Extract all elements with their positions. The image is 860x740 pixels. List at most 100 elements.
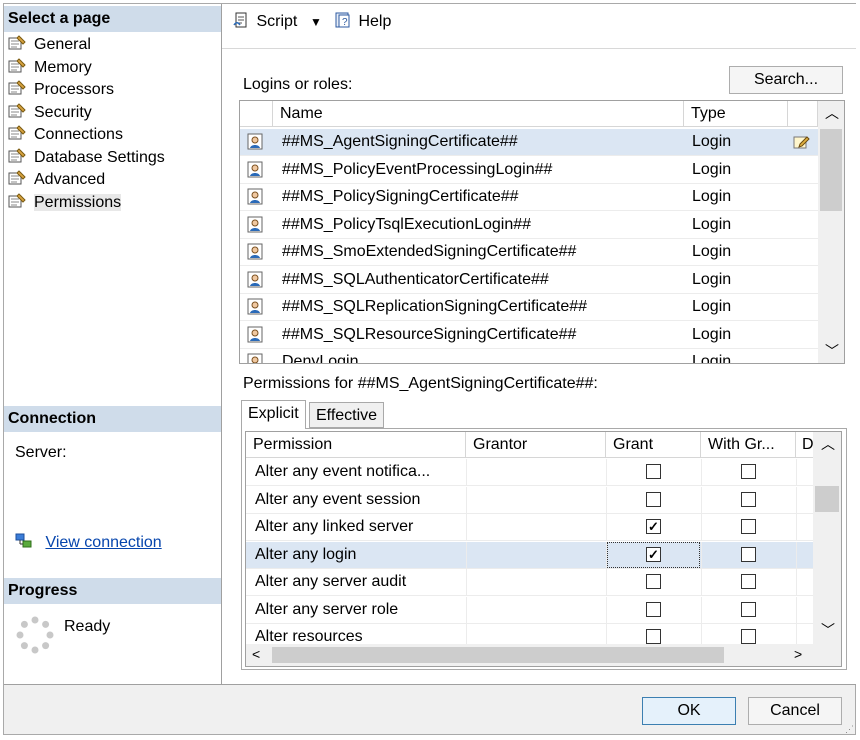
page-item-processors[interactable]: Processors — [8, 79, 114, 101]
tab-effective[interactable]: Effective — [309, 402, 385, 428]
select-page-header: Select a page — [4, 6, 221, 32]
column-divider — [606, 514, 607, 540]
login-row[interactable]: DenyLogin Login — [240, 349, 818, 364]
column-divider — [466, 514, 467, 540]
page-item-label: Security — [34, 103, 92, 121]
grant-checkbox[interactable]: ✓ — [646, 546, 661, 562]
permission-row[interactable]: Alter any login ✓ — [246, 541, 813, 569]
with-grant-checkbox[interactable] — [741, 464, 756, 479]
logins-vertical-scrollbar[interactable]: ︿ ﹀ — [818, 101, 844, 363]
script-dropdown-arrow-icon[interactable]: ▼ — [310, 11, 322, 33]
with-grant-checkbox[interactable] — [741, 601, 756, 617]
grant-checkbox[interactable] — [646, 491, 661, 507]
page-item-connections[interactable]: Connections — [8, 124, 123, 146]
page-item-permissions[interactable]: Permissions — [8, 192, 122, 214]
connection-properties-icon — [15, 532, 35, 557]
page-item-advanced[interactable]: Advanced — [8, 169, 105, 191]
login-user-icon — [246, 326, 266, 352]
help-button[interactable]: ? Help — [334, 11, 391, 33]
scroll-down-icon[interactable]: ﹀ — [825, 341, 839, 361]
permissions-scroll-thumb[interactable] — [815, 486, 839, 512]
permission-row[interactable]: Alter any server role — [246, 596, 813, 624]
login-user-icon — [246, 298, 266, 324]
script-label: Script — [256, 13, 298, 30]
column-divider — [466, 459, 467, 485]
column-divider — [606, 569, 607, 595]
login-row[interactable]: ##MS_PolicySigningCertificate## Login — [240, 184, 818, 211]
permissions-hscroll-thumb[interactable] — [272, 647, 724, 663]
login-row[interactable]: ##MS_PolicyTsqlExecutionLogin## Login — [240, 212, 818, 239]
page-item-label: Permissions — [34, 193, 122, 211]
view-connection-link-row[interactable]: View connection — [15, 532, 162, 554]
page-item-memory[interactable]: Memory — [8, 57, 92, 79]
login-name: DenyLogin — [282, 353, 359, 364]
scroll-right-icon[interactable]: > — [794, 646, 802, 662]
permission-row[interactable]: Alter any server audit — [246, 569, 813, 596]
page-item-security[interactable]: Security — [8, 102, 92, 124]
login-user-icon — [246, 161, 266, 187]
view-connection-link[interactable]: View connection — [45, 534, 161, 551]
login-name: ##MS_AgentSigningCertificate## — [282, 133, 518, 150]
scroll-up-icon[interactable]: ︿ — [821, 434, 835, 454]
with-grant-checkbox[interactable] — [741, 546, 756, 562]
grant-checkbox[interactable] — [646, 574, 661, 589]
logins-scroll-thumb[interactable] — [820, 129, 842, 211]
server-label: Server: — [15, 444, 67, 461]
with-grant-column-header[interactable]: With Gr... — [701, 432, 796, 458]
scroll-left-icon[interactable]: < — [252, 646, 260, 662]
login-row[interactable]: ##MS_SQLAuthenticatorCertificate## Login — [240, 267, 818, 294]
login-row[interactable]: ##MS_PolicyEventProcessingLogin## Login — [240, 157, 818, 184]
grant-checkbox[interactable]: ✓ — [646, 519, 661, 534]
login-row[interactable]: ##MS_AgentSigningCertificate## Login — [240, 129, 818, 156]
resize-grip-icon[interactable]: ⋰ — [845, 724, 854, 735]
ok-button[interactable]: OK — [642, 697, 736, 725]
with-grant-checkbox[interactable] — [741, 574, 756, 589]
login-row[interactable]: ##MS_SQLReplicationSigningCertificate## L… — [240, 294, 818, 321]
permissions-horizontal-scrollbar[interactable]: < > — [246, 644, 841, 666]
connection-header: Connection — [4, 406, 221, 432]
name-column-header[interactable]: Name — [273, 101, 684, 127]
permissions-vertical-scrollbar[interactable]: ︿ ﹀ — [813, 432, 841, 644]
page-item-database-settings[interactable]: Database Settings — [8, 147, 165, 169]
grantor-cell — [468, 459, 604, 485]
wrench-page-icon — [8, 80, 28, 96]
grantor-cell — [468, 597, 604, 623]
tab-explicit[interactable]: Explicit — [241, 400, 306, 429]
script-button[interactable]: Script — [232, 11, 297, 33]
search-button[interactable]: Search... — [729, 66, 843, 94]
permission-row[interactable]: Alter any event notifica... — [246, 459, 813, 486]
type-column-header[interactable]: Type — [684, 101, 788, 127]
with-grant-checkbox[interactable] — [741, 519, 756, 534]
permission-name: Alter any login — [255, 545, 357, 563]
page-item-general[interactable]: General — [8, 34, 91, 56]
edit-pencil-icon[interactable] — [793, 133, 811, 159]
login-type: Login — [692, 160, 732, 178]
login-type: Login — [692, 243, 732, 260]
column-divider — [701, 596, 702, 623]
login-name: ##MS_SQLAuthenticatorCertificate## — [282, 270, 549, 288]
grant-checkbox[interactable] — [646, 464, 661, 479]
wrench-page-icon — [8, 147, 28, 164]
with-grant-checkbox[interactable] — [741, 629, 756, 644]
cancel-button[interactable]: Cancel — [748, 697, 842, 725]
help-icon: ? — [334, 11, 354, 36]
login-row[interactable]: ##MS_SQLResourceSigningCertificate## Logi… — [240, 322, 818, 349]
login-row[interactable]: ##MS_SmoExtendedSigningCertificate## Logi… — [240, 239, 818, 266]
permission-column-header[interactable]: Permission — [246, 432, 466, 458]
with-grant-checkbox[interactable] — [741, 491, 756, 507]
login-user-icon — [246, 133, 266, 159]
progress-status: Ready — [64, 618, 111, 635]
grantor-column-header[interactable]: Grantor — [466, 432, 606, 458]
grant-column-header[interactable]: Grant — [606, 432, 701, 458]
column-divider — [796, 541, 797, 568]
scroll-up-icon[interactable]: ︿ — [825, 103, 839, 123]
login-name: ##MS_PolicyEventProcessingLogin## — [282, 160, 553, 178]
grant-checkbox[interactable] — [646, 601, 661, 617]
column-divider — [796, 514, 797, 540]
grant-checkbox[interactable] — [646, 629, 661, 644]
permission-row[interactable]: Alter any linked server ✓ — [246, 514, 813, 541]
logins-label: Logins or roles: — [243, 76, 353, 93]
permission-row[interactable]: Alter any event session — [246, 486, 813, 514]
scroll-down-icon[interactable]: ﹀ — [821, 620, 835, 640]
column-divider — [606, 459, 607, 485]
